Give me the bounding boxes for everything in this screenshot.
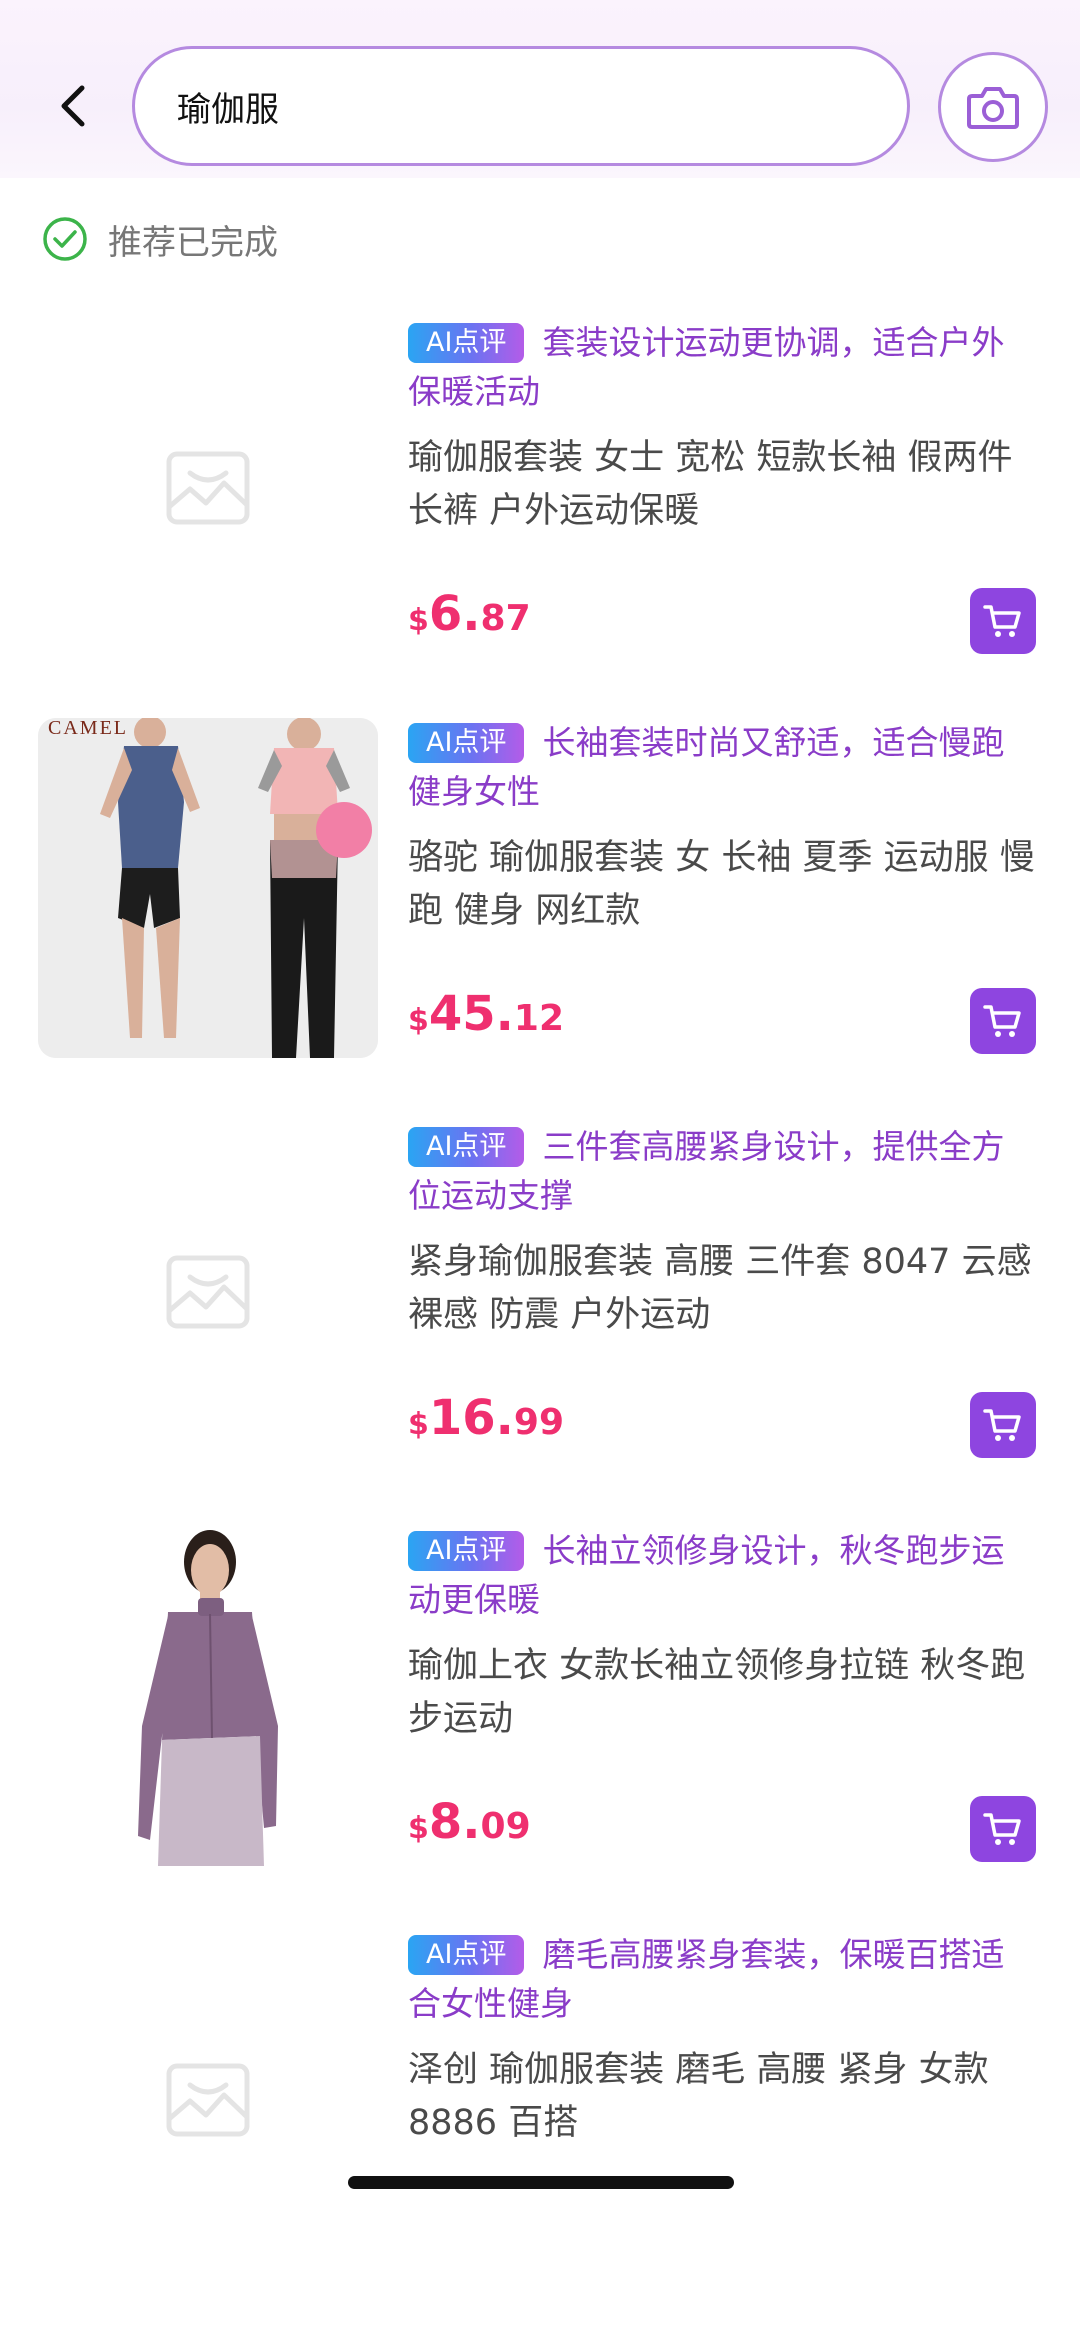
add-to-cart-button[interactable] xyxy=(970,588,1036,654)
product-title[interactable]: 瑜伽服套装 女士 宽松 短款长袖 假两件长裤 户外运动保暖 xyxy=(408,432,1036,538)
search-input[interactable]: 瑜伽服 xyxy=(132,46,910,166)
price-decimal: 12 xyxy=(513,998,565,1039)
product-image-placeholder xyxy=(38,1930,378,2270)
placeholder-image-icon xyxy=(166,1255,250,1329)
ai-review: AI点评 长袖套装时尚又舒适，适合慢跑健身女性 xyxy=(408,718,1028,816)
product-image-placeholder xyxy=(38,1122,378,1462)
product-image[interactable]: CAMEL xyxy=(38,718,378,1058)
status-text: 推荐已完成 xyxy=(108,222,278,263)
price-integer: 45. xyxy=(428,986,514,1042)
price-integer: 16. xyxy=(428,1390,514,1446)
price-integer: 6. xyxy=(428,586,481,642)
price-integer: 8. xyxy=(428,1794,481,1850)
ai-review-badge: AI点评 xyxy=(408,323,525,363)
product-title[interactable]: 骆驼 瑜伽服套装 女 长袖 夏季 运动服 慢跑 健身 网红款 xyxy=(408,832,1036,938)
price-decimal: 87 xyxy=(480,598,531,639)
back-button[interactable] xyxy=(48,78,96,134)
cart-icon xyxy=(983,605,1021,637)
price-currency: $ xyxy=(408,1407,429,1442)
add-to-cart-button[interactable] xyxy=(970,1796,1036,1862)
product-price: $8.09 xyxy=(408,1794,531,1850)
ai-review-badge: AI点评 xyxy=(408,1531,525,1571)
add-to-cart-button[interactable] xyxy=(970,1392,1036,1458)
recommendation-status: 推荐已完成 xyxy=(42,214,278,264)
camera-search-button[interactable] xyxy=(938,52,1048,162)
cart-icon xyxy=(983,1005,1021,1037)
product-card[interactable]: AI点评 三件套高腰紧身设计，提供全方位运动支撑 紧身瑜伽服套装 高腰 三件套 8… xyxy=(0,1122,1080,1526)
price-currency: $ xyxy=(408,1811,429,1846)
ai-review-badge: AI点评 xyxy=(408,1127,525,1167)
cart-icon xyxy=(983,1409,1021,1441)
search-header: 瑜伽服 xyxy=(0,0,1080,178)
price-decimal: 99 xyxy=(513,1402,565,1443)
ai-review: AI点评 套装设计运动更协调，适合户外保暖活动 xyxy=(408,318,1028,416)
placeholder-image-icon xyxy=(166,451,250,525)
ai-review: AI点评 长袖立领修身设计，秋冬跑步运动更保暖 xyxy=(408,1526,1028,1624)
product-photo-camel-sportswear: CAMEL xyxy=(38,718,378,1058)
product-price: $16.99 xyxy=(408,1390,564,1446)
product-photo-purple-jacket xyxy=(38,1526,378,1866)
price-currency: $ xyxy=(408,603,429,638)
product-image-placeholder xyxy=(38,318,378,658)
product-card[interactable]: AI点评 磨毛高腰紧身套装，保暖百搭适合女性健身 泽创 瑜伽服套装 磨毛 高腰 紧… xyxy=(0,1930,1080,2334)
ai-review-badge: AI点评 xyxy=(408,723,525,763)
product-image[interactable] xyxy=(38,1526,378,1866)
ai-review: AI点评 三件套高腰紧身设计，提供全方位运动支撑 xyxy=(408,1122,1028,1220)
search-query-text: 瑜伽服 xyxy=(177,89,279,130)
product-price: $6.87 xyxy=(408,586,531,642)
ai-review: AI点评 磨毛高腰紧身套装，保暖百搭适合女性健身 xyxy=(408,1930,1028,2028)
product-card[interactable]: CAMEL AI点评 长袖套装时尚又舒适，适合慢跑健身女性 骆驼 瑜伽服套装 女 … xyxy=(0,718,1080,1122)
product-card[interactable]: AI点评 套装设计运动更协调，适合户外保暖活动 瑜伽服套装 女士 宽松 短款长袖 … xyxy=(0,318,1080,722)
svg-text:CAMEL: CAMEL xyxy=(48,718,128,739)
add-to-cart-button[interactable] xyxy=(970,988,1036,1054)
back-arrow-icon xyxy=(61,85,85,127)
product-title[interactable]: 泽创 瑜伽服套装 磨毛 高腰 紧身 女款 8886 百搭 xyxy=(408,2044,1036,2150)
product-title[interactable]: 瑜伽上衣 女款长袖立领修身拉链 秋冬跑步运动 xyxy=(408,1640,1036,1746)
cart-icon xyxy=(983,1813,1021,1845)
camera-icon xyxy=(967,87,1019,129)
product-card[interactable]: AI点评 长袖立领修身设计，秋冬跑步运动更保暖 瑜伽上衣 女款长袖立领修身拉链 秋… xyxy=(0,1526,1080,1930)
placeholder-image-icon xyxy=(166,2063,250,2137)
price-currency: $ xyxy=(408,1003,429,1038)
home-indicator[interactable] xyxy=(348,2176,734,2189)
check-circle-icon xyxy=(43,217,87,261)
product-price: $45.12 xyxy=(408,986,564,1042)
price-decimal: 09 xyxy=(480,1806,531,1847)
ai-review-badge: AI点评 xyxy=(408,1935,525,1975)
product-title[interactable]: 紧身瑜伽服套装 高腰 三件套 8047 云感裸感 防震 户外运动 xyxy=(408,1236,1036,1342)
